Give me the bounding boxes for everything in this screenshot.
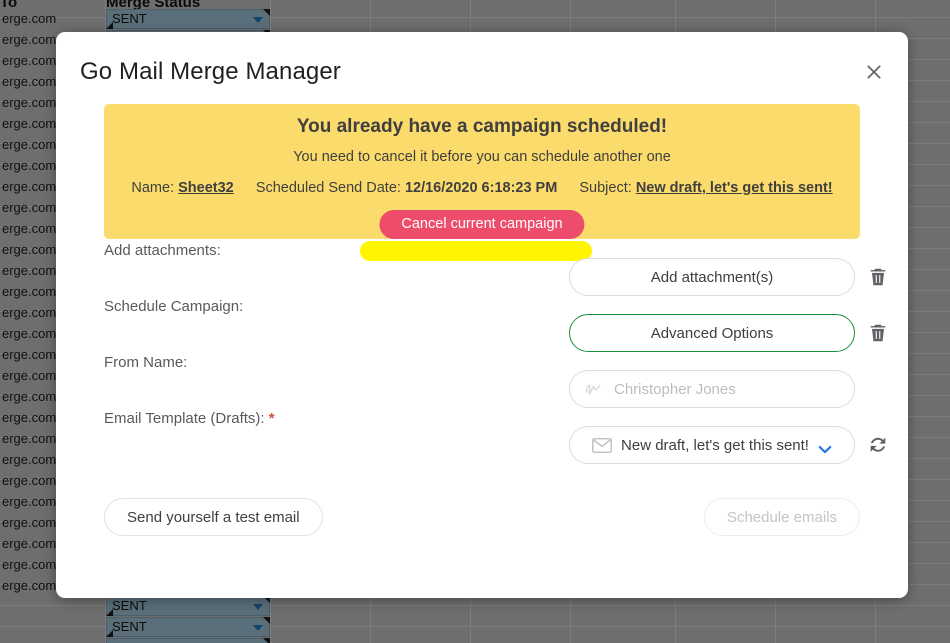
form-label-text: Email Template (Drafts): [104,410,265,427]
cell-corner-marker [106,609,113,616]
cell-corner-marker [263,638,270,643]
merge-status-value: SENT [112,11,147,26]
alert-date-label: Scheduled Send Date: [255,180,401,196]
cell-corner-marker [263,617,270,624]
merge-status-value: SENT [112,639,147,643]
sheet-cell-merge-status[interactable]: SENT [106,638,270,643]
send-test-email-button[interactable]: Send yourself a test email [104,498,323,536]
cell-corner-marker [106,630,113,637]
campaign-scheduled-alert: You already have a campaign scheduled! Y… [104,104,860,239]
screen: To Merge Status erge.com erge.com erge.com er… [0,0,950,643]
form-control-select[interactable]: New draft, let's get this sent! [569,426,855,464]
sheet-cell-merge-status[interactable]: SENT [106,596,270,616]
dropdown-caret-icon[interactable] [253,17,263,23]
trash-icon[interactable] [867,322,889,344]
cancel-current-campaign-button[interactable]: Cancel current campaign [379,210,585,239]
sheet-cell-merge-status[interactable]: SENT [106,9,270,29]
from-name-placeholder: Christopher Jones [614,380,736,398]
alert-subject-value: New draft, let's get this sent! [635,180,833,196]
sheet-cell-merge-status[interactable]: SENT [106,617,270,637]
form-control-text-input[interactable]: Christopher Jones [569,370,855,408]
form-label-text: From Name: [104,354,188,371]
close-icon[interactable] [862,60,886,84]
dialog-title: Go Mail Merge Manager [80,58,341,85]
chevron-down-icon[interactable] [818,441,832,453]
alert-title: You already have a campaign scheduled! [296,116,668,137]
refresh-icon[interactable] [867,434,889,456]
alert-name-label: Name: [131,180,175,196]
required-marker: * [264,410,275,427]
cell-corner-marker [106,22,113,29]
alert-campaign-details: Name: Sheet32 Scheduled Send Date: 12/16… [104,180,860,196]
alert-date-value: 12/16/2020 6:18:23 PM [404,180,558,196]
form-label-text: Schedule Campaign: [104,298,244,315]
redaction-highlight-bar [360,241,592,261]
form-row-label: From Name: [104,354,187,371]
form-control-button[interactable]: Add attachment(s) [569,258,855,296]
merge-status-value: SENT [112,598,147,613]
form-control-label: New draft, let's get this sent! [621,436,809,454]
alert-name-value: Sheet32 [178,180,234,196]
sheet-cell-email[interactable]: erge.com [0,9,104,29]
form-row-label: Add attachments: [104,242,221,259]
form-control-label: Advanced Options [650,324,774,342]
form-row-label: Email Template (Drafts): * [104,410,275,427]
trash-icon[interactable] [867,266,889,288]
form-control-button[interactable]: Advanced Options [569,314,855,352]
dropdown-caret-icon[interactable] [253,625,263,631]
dropdown-caret-icon[interactable] [253,604,263,610]
cell-corner-marker [263,9,270,16]
form-control-label: Add attachment(s) [650,268,774,286]
merge-status-value: SENT [112,619,147,634]
alert-subtitle: You need to cancel it before you can sch… [293,149,671,165]
schedule-emails-button: Schedule emails [703,498,860,536]
go-mail-merge-manager-dialog: Go Mail Merge Manager You already have a… [56,32,908,598]
signature-icon [584,381,606,397]
alert-subject-label: Subject: [579,180,632,196]
form-row-label: Schedule Campaign: [104,298,243,315]
form-label-text: Add attachments: [104,242,221,259]
envelope-icon [592,437,612,453]
